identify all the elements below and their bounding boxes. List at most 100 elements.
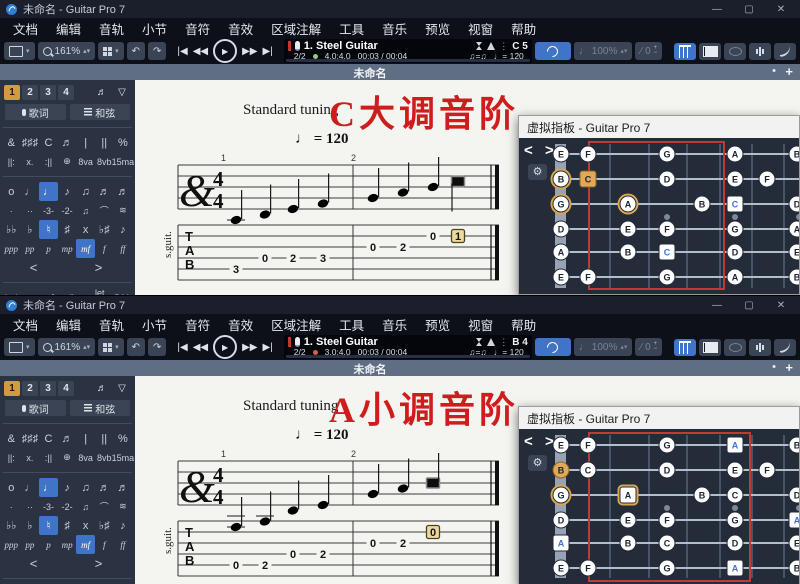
palette-crescendo[interactable]: < — [2, 258, 67, 277]
palette-staccato[interactable]: ♩· — [21, 288, 40, 295]
menu-文档[interactable]: 文档 — [4, 315, 47, 334]
palette-beam[interactable]: ♫ — [76, 497, 95, 516]
voice-button-4[interactable]: 4 — [58, 85, 74, 100]
palette-sharp[interactable]: ♯ — [58, 220, 77, 239]
relative-tempo-control[interactable]: ♩ 100%▴▾ — [574, 338, 633, 356]
palette-decrescendo[interactable]: > — [67, 258, 132, 277]
tuner-panel-button[interactable] — [749, 339, 771, 356]
fretboard-note-F[interactable]: F — [759, 462, 776, 479]
fretboard-note-F[interactable]: F — [759, 171, 776, 188]
palette-triplet[interactable]: -3- — [39, 201, 58, 220]
palette-grace-note[interactable]: ♬ — [58, 133, 77, 152]
fretboard-note-B[interactable]: B — [694, 196, 711, 213]
playback-progress-bar[interactable] — [286, 355, 530, 358]
palette-ff[interactable]: ff — [114, 239, 133, 258]
fretboard-note-F[interactable]: F — [580, 560, 597, 577]
fretboard-note-F[interactable]: F — [580, 437, 597, 454]
speed-trainer-control[interactable]: ∕ 0 +− — [635, 338, 662, 356]
signature-panel-button[interactable] — [774, 339, 796, 356]
forward-button[interactable]: ▶▶ — [242, 342, 257, 353]
track-display[interactable]: 1. Steel Guitar ⋮ C 5 2/2 4.0:4.0 00:03 … — [284, 39, 532, 63]
palette-coda[interactable]: ⊕ — [58, 448, 77, 467]
go-first-button[interactable]: |◀ — [177, 342, 187, 353]
voice-button-4[interactable]: 4 — [58, 381, 74, 396]
fretboard-note-G[interactable]: G — [659, 560, 676, 577]
note[interactable] — [259, 516, 272, 527]
fretboard-note-A[interactable]: A — [789, 221, 800, 238]
fretboard-note-F[interactable]: F — [659, 221, 676, 238]
menu-小节[interactable]: 小节 — [133, 19, 176, 38]
palette-microtone[interactable]: ♭♯ — [95, 516, 114, 535]
menu-预览[interactable]: 预览 — [416, 315, 459, 334]
go-first-button[interactable]: |◀ — [177, 46, 187, 57]
palette-sixty-fourth-note[interactable]: ♬ — [114, 478, 133, 497]
fretboard-note-F[interactable]: F — [580, 269, 597, 286]
voice-button-1[interactable]: 1 — [4, 85, 20, 100]
minimize-button[interactable]: — — [704, 4, 730, 15]
page-view-button[interactable]: ▾ — [4, 338, 35, 356]
menu-音轨[interactable]: 音轨 — [90, 315, 133, 334]
fretboard-note-D[interactable]: D — [727, 535, 744, 552]
palette-grace[interactable]: ♪ — [114, 220, 133, 239]
fretboard-note-D[interactable]: D — [789, 487, 800, 504]
palette-grace-note[interactable]: ♬ — [58, 429, 77, 448]
fretboard-note-B[interactable]: B — [553, 462, 570, 479]
fretboard-note-E[interactable]: E — [727, 462, 744, 479]
palette-repeat-measure[interactable]: % — [114, 429, 133, 448]
playback-progress-bar[interactable] — [286, 59, 530, 62]
palette-natural[interactable]: ♮ — [39, 220, 58, 239]
palette-ff[interactable]: ff — [114, 535, 133, 554]
palette-quindicesima[interactable]: 15ma — [114, 448, 133, 467]
fretboard-note-E[interactable]: E — [620, 512, 637, 529]
voice-button-2[interactable]: 2 — [22, 381, 38, 396]
signature-panel-button[interactable] — [774, 43, 796, 60]
palette-grace[interactable]: ♪ — [114, 516, 133, 535]
redo-button[interactable]: ↷ — [148, 42, 166, 60]
palette-whole-note[interactable]: o — [2, 182, 21, 201]
palette-repeat-close[interactable]: :|| — [39, 448, 58, 467]
fretboard-note-G[interactable]: G — [727, 221, 744, 238]
fretboard-note-D[interactable]: D — [789, 196, 800, 213]
voice-button-2[interactable]: 2 — [22, 85, 38, 100]
palette-thirty-second-note[interactable]: ♬ — [95, 478, 114, 497]
palette-double-flat[interactable]: ♭♭ — [2, 516, 21, 535]
palette-quarter-note[interactable]: ♩ — [39, 478, 58, 497]
palette-sixty-fourth-note[interactable]: ♬ — [114, 182, 133, 201]
fretboard-settings-button[interactable]: ⚙ — [528, 455, 547, 471]
palette-alternate-ending[interactable]: x. — [21, 448, 40, 467]
virtual-fretboard-window[interactable]: 虚拟指板 - Guitar Pro 7 < > ⚙ EFGABBCDEFGABC… — [518, 115, 800, 295]
minimize-button[interactable]: — — [704, 300, 730, 311]
palette-tie[interactable]: ⌒ — [95, 201, 114, 220]
palette-ppp[interactable]: ppp — [2, 535, 21, 554]
keyboard-panel-button[interactable] — [699, 43, 721, 60]
voice-button-1[interactable]: 1 — [4, 381, 20, 396]
note[interactable] — [259, 209, 272, 220]
menu-区域注解[interactable]: 区域注解 — [262, 19, 330, 38]
menu-工具[interactable]: 工具 — [330, 19, 373, 38]
palette-time-signature[interactable]: C — [39, 429, 58, 448]
palette-f[interactable]: f — [95, 535, 114, 554]
palette-decrescendo[interactable]: > — [67, 554, 132, 573]
multivoice-icon[interactable]: ♬ — [93, 85, 111, 100]
layout-button[interactable]: ▾ — [98, 338, 124, 356]
palette-f[interactable]: f — [95, 239, 114, 258]
layout-button[interactable]: ▾ — [98, 42, 124, 60]
palette-ppp[interactable]: ppp — [2, 239, 21, 258]
fretboard-note-B[interactable]: B — [694, 487, 711, 504]
palette-dotted-note[interactable]: · — [2, 201, 21, 220]
menu-文档[interactable]: 文档 — [4, 19, 47, 38]
play-button[interactable]: ▶ — [213, 39, 237, 63]
palette-double-sharp[interactable]: x — [76, 516, 95, 535]
palette-half-note[interactable]: ♩ — [21, 478, 40, 497]
maximize-button[interactable]: ▢ — [736, 4, 762, 15]
palette-coda[interactable]: ⊕ — [58, 152, 77, 171]
fretboard-note-A[interactable]: A — [727, 437, 744, 454]
fretboard-note-G[interactable]: G — [553, 196, 570, 213]
fretboard-note-B[interactable]: B — [789, 437, 800, 454]
fretboard-note-A[interactable]: A — [727, 146, 744, 163]
redo-button[interactable]: ↷ — [148, 338, 166, 356]
palette-double-sharp[interactable]: x — [76, 220, 95, 239]
tab-overview-dot[interactable]: • — [772, 361, 776, 373]
fretboard-note-B[interactable]: B — [620, 535, 637, 552]
palette-triplet[interactable]: -3- — [39, 497, 58, 516]
